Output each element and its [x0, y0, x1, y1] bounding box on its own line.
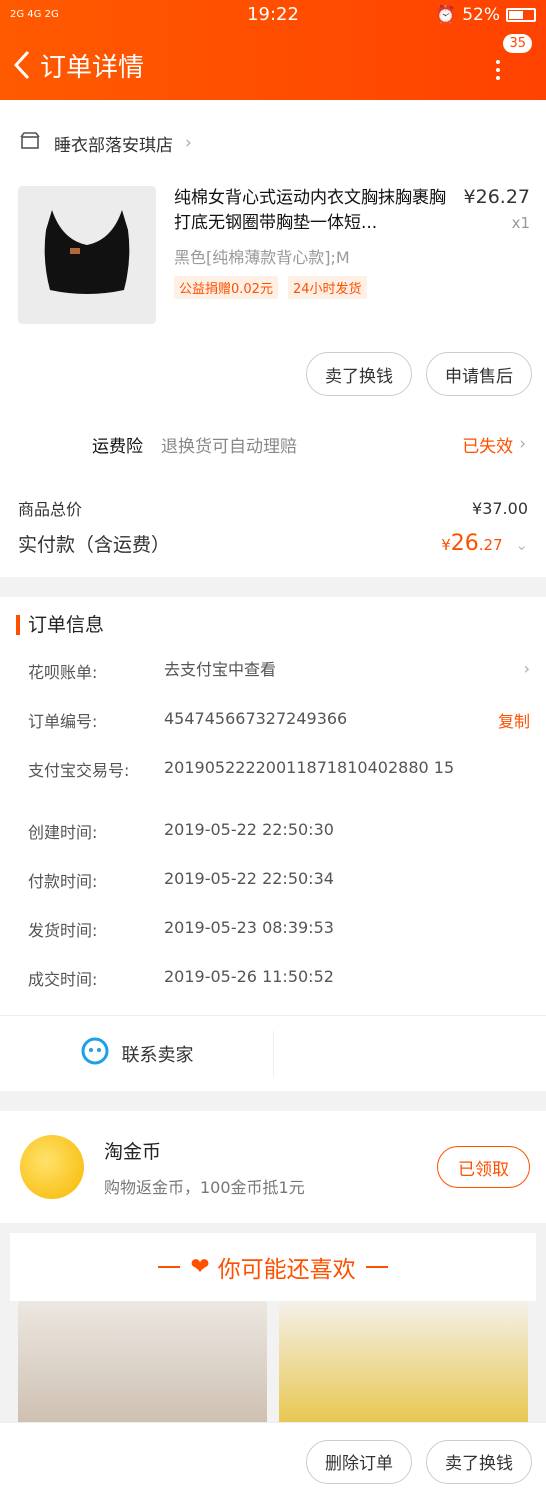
paid-value[interactable]: ¥26.27 ⌄ [441, 531, 528, 556]
contact-seller-label: 联系卖家 [121, 1044, 194, 1066]
order-row: 付款时间: 2019-05-22 22:50:34 [28, 868, 530, 917]
shop-row[interactable]: 睡衣部落安琪店 › [0, 100, 546, 186]
order-row-value: 20190522220011871810402880 15 [164, 758, 455, 777]
notification-badge: 35 [503, 34, 532, 53]
order-card: 睡衣部落安琪店 › 纯棉女背心式运动内衣文胸抹胸裹胸打底无钢圈带胸垫一体短...… [0, 100, 546, 577]
order-row: 创建时间: 2019-05-22 22:50:30 [28, 819, 530, 868]
paid-label: 实付款（含运费） [18, 534, 171, 556]
coin-desc: 购物返金币，100金币抵1元 [104, 1177, 305, 1197]
order-row-value: 2019-05-22 22:50:30 [164, 820, 334, 839]
product-price: ¥26.27 [463, 186, 530, 208]
chevron-down-icon: ⌄ [515, 536, 528, 554]
contact-seller-button[interactable]: 联系卖家 [0, 1030, 274, 1077]
order-row-value: 2019-05-26 11:50:52 [164, 967, 334, 986]
after-sale-button[interactable]: 申请售后 [426, 352, 532, 396]
order-info-section: 订单信息 花呗账单: 去支付宝中查看 › 订单编号: 4547456673272… [0, 597, 546, 1091]
coin-section: 淘金币 购物返金币，100金币抵1元 已领取 [0, 1111, 546, 1223]
divider [0, 1091, 546, 1111]
order-info-title: 订单信息 [16, 615, 546, 635]
order-row-key: 成交时间: [28, 970, 98, 989]
back-icon[interactable] [10, 50, 34, 80]
battery-icon [506, 8, 536, 22]
price-summary: 商品总价 ¥37.00 实付款（含运费） ¥26.27 ⌄ [0, 476, 546, 577]
order-row-key: 支付宝交易号: [28, 761, 130, 780]
order-row: 支付宝交易号: 20190522220011871810402880 15 [28, 757, 530, 819]
page-title: 订单详情 [40, 52, 145, 83]
order-row[interactable]: 花呗账单: 去支付宝中查看 › [28, 659, 530, 708]
more-menu[interactable]: 35 [492, 34, 532, 84]
bottom-action-bar: 删除订单 卖了换钱 [0, 1422, 546, 1500]
order-row-value: 454745667327249366 [164, 709, 348, 728]
product-image [18, 186, 156, 324]
chevron-right-icon: › [519, 434, 526, 454]
item-actions: 卖了换钱 申请售后 [0, 336, 546, 412]
order-row-value: 2019-05-23 08:39:53 [164, 918, 334, 937]
paid-int: 26 [450, 531, 479, 556]
order-row-key: 发货时间: [28, 921, 98, 940]
top-header: 2G 4G 2G 19:22 ⏰ 52% 订单详情 35 [0, 0, 546, 100]
coin-title: 淘金币 [104, 1140, 162, 1163]
decor-line [365, 1266, 388, 1268]
chevron-right-icon: › [185, 133, 192, 153]
navbar: 订单详情 [0, 30, 546, 100]
status-bar: 2G 4G 2G 19:22 ⏰ 52% [0, 0, 546, 30]
freight-desc: 退换货可自动理赔 [161, 436, 297, 457]
product-item[interactable]: 纯棉女背心式运动内衣文胸抹胸裹胸打底无钢圈带胸垫一体短... 黑色[纯棉薄款背心… [0, 186, 546, 336]
order-row-value: 去支付宝中查看 [164, 660, 277, 679]
recommend-title: 你可能还喜欢 [217, 1257, 356, 1283]
clock: 19:22 [247, 4, 299, 25]
more-icon[interactable] [496, 60, 500, 84]
product-title: 纯棉女背心式运动内衣文胸抹胸裹胸打底无钢圈带胸垫一体短... [174, 188, 446, 233]
order-row-key: 创建时间: [28, 823, 98, 842]
paid-currency: ¥ [441, 536, 451, 554]
tag-shipping: 24小时发货 [287, 276, 367, 299]
freight-label: 运费险 [92, 436, 143, 457]
heart-icon: ❤ [190, 1254, 210, 1280]
order-row: 订单编号: 454745667327249366 复制 [28, 708, 530, 757]
product-sku: 黑色[纯棉薄款背心款];M [174, 248, 350, 267]
order-row-key: 花呗账单: [28, 663, 98, 682]
copy-button[interactable]: 复制 [498, 708, 530, 732]
store-icon [20, 131, 40, 155]
chat-icon [80, 1036, 110, 1071]
order-row-key: 付款时间: [28, 872, 98, 891]
freight-insurance-row[interactable]: 运费险 退换货可自动理赔 已失效 › [0, 412, 546, 476]
order-row: 发货时间: 2019-05-23 08:39:53 [28, 917, 530, 966]
goods-total-label: 商品总价 [18, 500, 83, 519]
chevron-right-icon: › [523, 659, 530, 678]
order-row-key: 订单编号: [28, 712, 98, 731]
recommend-header: ❤ 你可能还喜欢 [10, 1233, 536, 1301]
divider [0, 577, 546, 597]
sell-exchange-button[interactable]: 卖了换钱 [306, 352, 412, 396]
freight-state: 已失效 [462, 436, 514, 457]
decor-line [158, 1266, 181, 1268]
product-qty: x1 [511, 214, 530, 232]
paid-dec: .27 [478, 536, 503, 554]
order-row: 成交时间: 2019-05-26 11:50:52 [28, 966, 530, 1015]
delete-order-button[interactable]: 删除订单 [306, 1439, 412, 1484]
coin-claimed-button[interactable]: 已领取 [437, 1146, 530, 1188]
contact-bar: 联系卖家 [0, 1015, 546, 1091]
gold-coin-icon [20, 1135, 84, 1199]
sell-exchange-button[interactable]: 卖了换钱 [426, 1439, 532, 1484]
recommend-section: ❤ 你可能还喜欢 [0, 1223, 546, 1451]
shop-name: 睡衣部落安琪店 [54, 135, 173, 156]
tag-charity: 公益捐赠0.02元 [174, 276, 278, 299]
order-row-value: 2019-05-22 22:50:34 [164, 869, 334, 888]
goods-total-value: ¥37.00 [472, 498, 528, 518]
